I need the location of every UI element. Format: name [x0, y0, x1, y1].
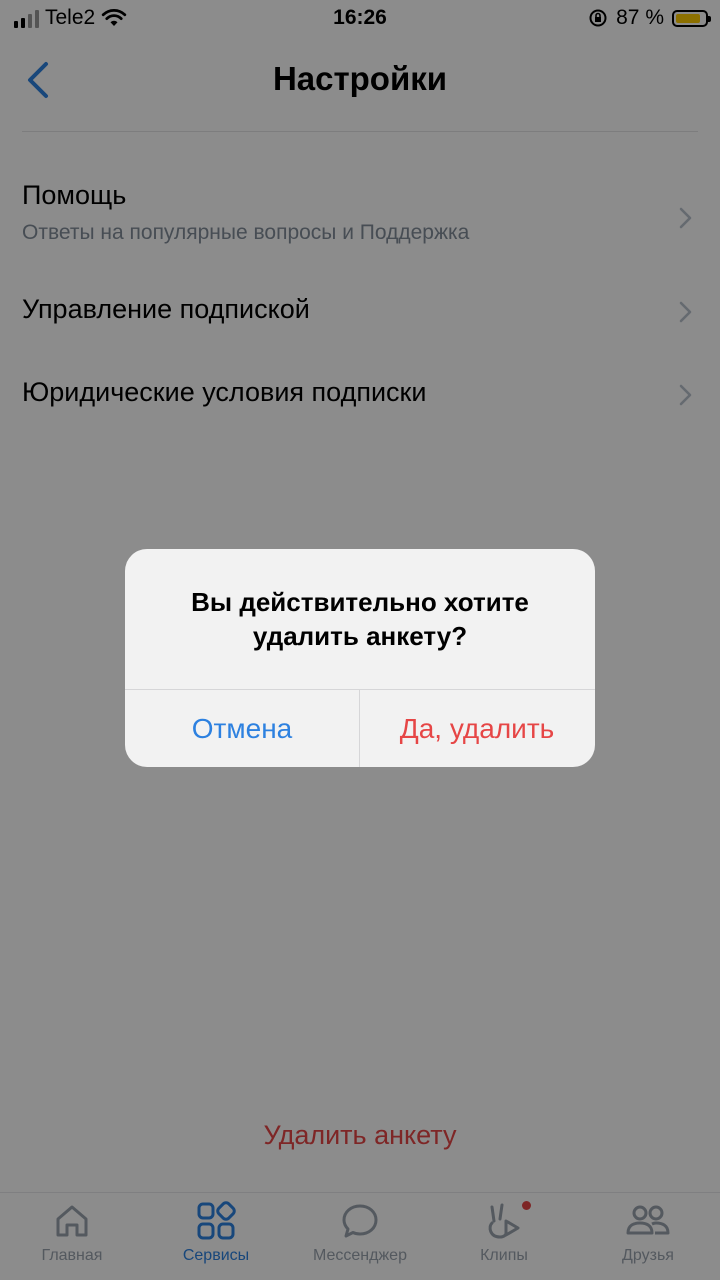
confirm-delete-dialog: Вы действительно хотите удалить анкету? … — [125, 549, 595, 767]
confirm-delete-button[interactable]: Да, удалить — [360, 690, 594, 767]
dialog-message: Вы действительно хотите удалить анкету? — [191, 587, 529, 651]
cancel-button[interactable]: Отмена — [125, 690, 359, 767]
